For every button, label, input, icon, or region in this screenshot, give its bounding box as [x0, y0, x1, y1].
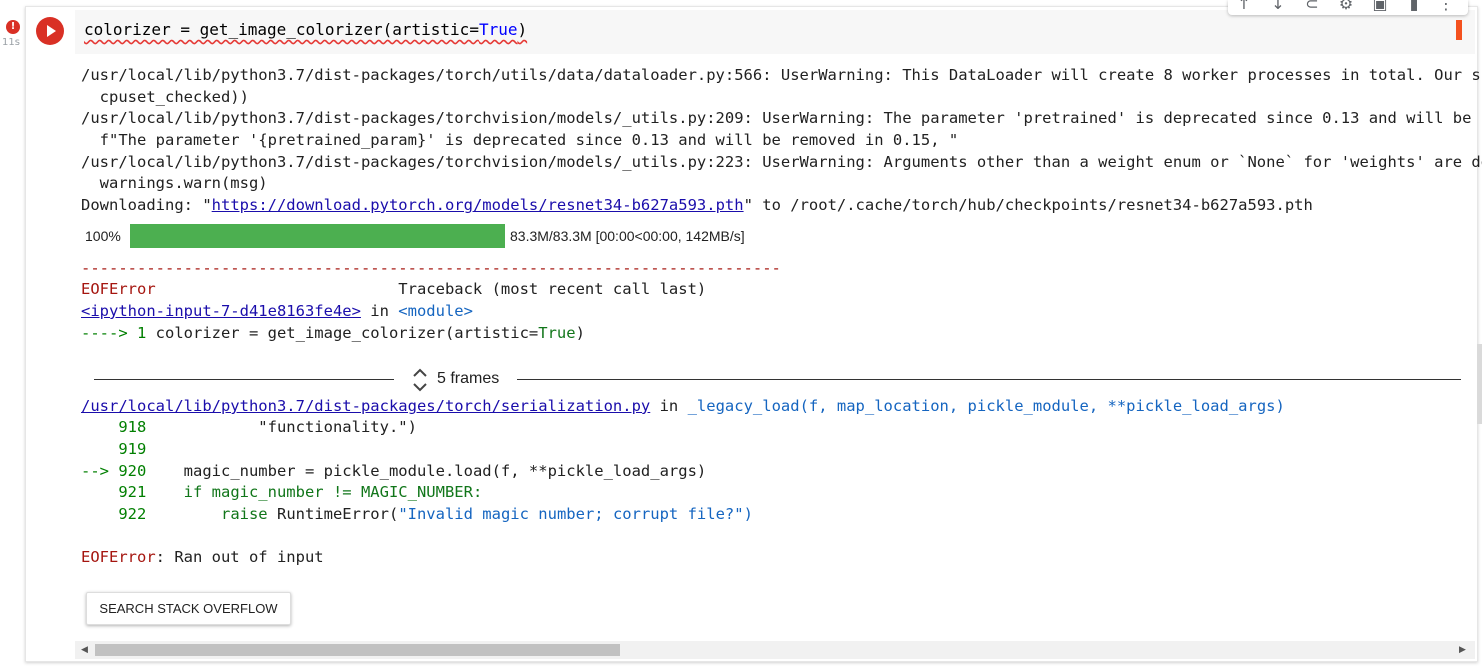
scrollbar-thumb[interactable] [95, 644, 620, 656]
frames-divider-left [94, 379, 394, 380]
mirror-cell-icon[interactable]: ▣ [1370, 0, 1390, 14]
line-number: 921 [81, 483, 147, 501]
line-code: magic_number = pickle_module.load(f, **p… [146, 462, 707, 480]
progress-bar [130, 224, 505, 248]
frames-divider-right [517, 379, 1461, 380]
progress-percent: 100% [85, 228, 121, 244]
progress-bar-fill [130, 224, 505, 248]
traceback-separator: ----------------------------------------… [81, 259, 781, 277]
source-line-919: 919 [81, 439, 146, 459]
serialization-link[interactable]: /usr/local/lib/python3.7/dist-packages/t… [81, 397, 650, 415]
link-icon[interactable]: ⊂ [1302, 0, 1322, 14]
download-line: Downloading: "https://download.pytorch.o… [81, 195, 1313, 215]
line-code: "functionality.") [146, 418, 417, 436]
source-line-918: 918 "functionality.") [81, 417, 417, 437]
line-keyword: raise [146, 505, 268, 523]
unfold-icon [413, 368, 427, 392]
tb-code-suffix: ) [575, 324, 585, 342]
scroll-right-icon[interactable]: ▶ [1459, 645, 1466, 655]
line-string: "Invalid magic number; corrupt file?" [398, 505, 744, 523]
warning-line-1b: cpuset_checked)) [81, 88, 249, 106]
final-error-msg: : Ran out of input [155, 548, 324, 566]
line-code: if magic_number != MAGIC_NUMBER: [146, 483, 483, 501]
legacy-load-args: (f, map_location, pickle_module, **pickl… [799, 397, 1285, 415]
frames-label: 5 frames [437, 370, 500, 387]
line-code: RuntimeError( [267, 505, 399, 523]
arrow-up-icon[interactable]: ↑ [1234, 0, 1254, 14]
error-name: EOFError [81, 280, 156, 298]
code-line[interactable]: colorizer = get_image_colorizer(artistic… [84, 20, 527, 39]
ipython-input-link[interactable]: <ipython-input-7-d41e8163fe4e> [81, 302, 361, 320]
horizontal-scrollbar[interactable]: ◀ ▶ [75, 641, 1475, 659]
search-stack-overflow-button[interactable]: SEARCH STACK OVERFLOW [86, 592, 291, 625]
traceback-source: <ipython-input-7-d41e8163fe4e> in <modul… [81, 301, 473, 321]
gear-icon[interactable]: ⚙ [1336, 0, 1356, 14]
vertical-scrollbar[interactable] [1477, 344, 1482, 424]
download-prefix: Downloading: " [81, 196, 212, 214]
progress-info: 83.3M/83.3M [00:00<00:00, 142MB/s] [510, 228, 745, 244]
warning-line-3: /usr/local/lib/python3.7/dist-packages/t… [81, 153, 1482, 171]
legacy-load-func: _legacy_load [687, 397, 800, 415]
traceback-arrow: ----> 1 [81, 324, 156, 342]
cell-toolbar: ↑ ↓ ⊂ ⚙ ▣ ▮ ⋮ [1228, 0, 1468, 15]
in-text: in [360, 302, 399, 320]
traceback-title: Traceback (most recent call last) [155, 280, 707, 298]
more-vert-icon[interactable]: ⋮ [1436, 0, 1456, 14]
cell-focus-marker [1456, 20, 1462, 40]
execution-time: 11s [2, 37, 20, 48]
delete-icon[interactable]: ▮ [1404, 0, 1424, 14]
traceback-code-line: ----> 1 colorizer = get_image_colorizer(… [81, 323, 585, 343]
line-number: 919 [81, 440, 147, 458]
run-cell-button[interactable] [36, 17, 64, 45]
warning-line-3b: warnings.warn(msg) [81, 174, 268, 192]
download-suffix: " to /root/.cache/torch/hub/checkpoints/… [743, 196, 1313, 214]
code-keyword: True [478, 20, 518, 39]
serialization-in: in [650, 397, 688, 415]
source-line-921: 921 if magic_number != MAGIC_NUMBER: [81, 482, 482, 502]
final-error-name: EOFError [81, 548, 156, 566]
tb-code-prefix: colorizer = get_image_colorizer(artistic… [155, 324, 539, 342]
code-prefix: colorizer = get_image_colorizer(artistic… [84, 20, 479, 39]
arrow-down-icon[interactable]: ↓ [1268, 0, 1288, 14]
source-line-920: --> 920 magic_number = pickle_module.loa… [81, 461, 706, 481]
download-url-link[interactable]: https://download.pytorch.org/models/resn… [212, 196, 744, 214]
final-error: EOFError: Ran out of input [81, 547, 324, 567]
serialization-source: /usr/local/lib/python3.7/dist-packages/t… [81, 396, 1285, 416]
source-line-922: 922 raise RuntimeError("Invalid magic nu… [81, 504, 753, 524]
line-end: ) [743, 505, 753, 523]
line-number: 922 [81, 505, 147, 523]
line-number: --> 920 [81, 462, 147, 480]
error-indicator-icon: ! [6, 20, 20, 34]
play-icon [47, 25, 56, 37]
tb-code-kw: True [538, 324, 576, 342]
line-number: 918 [81, 418, 147, 436]
traceback-header: EOFError Traceback (most recent call las… [81, 279, 706, 299]
warning-line-2b: f"The parameter '{pretrained_param}' is … [81, 131, 959, 149]
module-text: <module> [398, 302, 473, 320]
code-suffix: ) [517, 20, 528, 39]
warning-line-2: /usr/local/lib/python3.7/dist-packages/t… [81, 109, 1482, 127]
scroll-left-icon[interactable]: ◀ [81, 645, 88, 655]
warning-line-1: /usr/local/lib/python3.7/dist-packages/t… [81, 66, 1482, 84]
